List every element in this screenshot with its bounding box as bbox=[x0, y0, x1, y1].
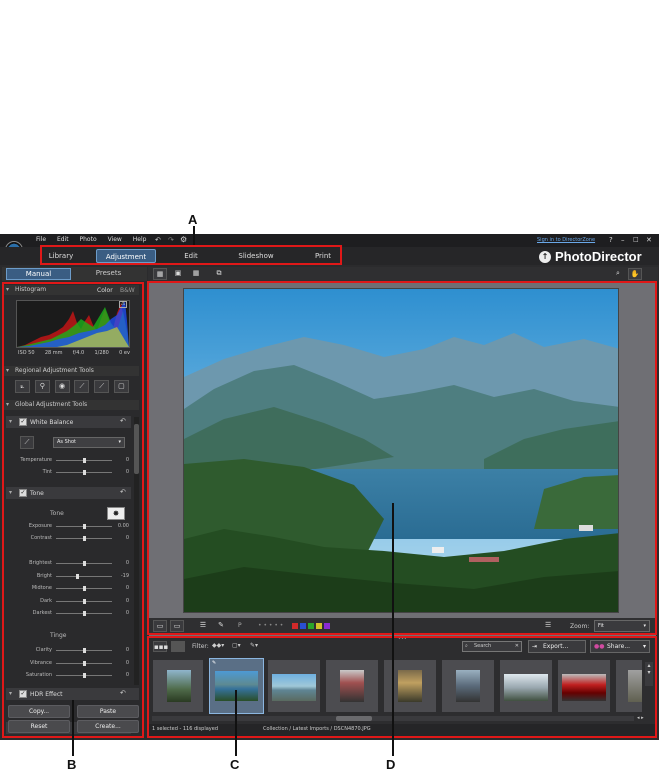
single-view-icon[interactable]: ▣ bbox=[171, 268, 185, 280]
second-monitor-icon[interactable]: ⧉ bbox=[212, 268, 226, 280]
help-button[interactable]: ? bbox=[609, 236, 613, 244]
callout-box-a bbox=[40, 245, 342, 265]
tab-presets[interactable]: Presets bbox=[76, 268, 141, 280]
restore-button[interactable]: □ bbox=[633, 236, 639, 243]
menu-help[interactable]: Help bbox=[133, 236, 147, 243]
callout-box-d bbox=[147, 281, 657, 635]
brand-name: PhotoDirector bbox=[555, 249, 642, 264]
minimize-button[interactable]: – bbox=[621, 236, 625, 244]
undo-icon[interactable]: ↶ bbox=[155, 236, 161, 244]
menu-edit[interactable]: Edit bbox=[57, 236, 69, 243]
close-button[interactable]: ✕ bbox=[646, 236, 652, 244]
signin-link[interactable]: Sign in to DirectorZone bbox=[537, 237, 595, 243]
menu-view[interactable]: View bbox=[108, 236, 122, 243]
leader-line-b bbox=[72, 700, 74, 756]
leader-line-c bbox=[235, 690, 237, 756]
compare-view-icon[interactable]: ▦ bbox=[153, 268, 167, 280]
callout-b: B bbox=[67, 757, 77, 772]
callout-c: C bbox=[230, 757, 240, 772]
hand-tool-icon[interactable]: ✋ bbox=[628, 268, 642, 280]
brand-upload-icon: ↑ bbox=[539, 251, 551, 263]
callout-box-c bbox=[147, 636, 657, 738]
callout-d: D bbox=[386, 757, 396, 772]
tab-manual[interactable]: Manual bbox=[6, 268, 71, 280]
redo-icon[interactable]: ↷ bbox=[168, 236, 174, 244]
menu-file[interactable]: File bbox=[36, 236, 46, 243]
grid-view-icon[interactable]: ▦ bbox=[189, 268, 203, 280]
zoom-tool-icon[interactable]: ⌕ bbox=[611, 268, 625, 280]
menu-photo[interactable]: Photo bbox=[80, 236, 97, 243]
menu-bar: File Edit Photo View Help bbox=[36, 236, 155, 243]
leader-line-a bbox=[193, 226, 195, 245]
leader-line-d bbox=[392, 503, 394, 756]
callout-a: A bbox=[188, 212, 198, 227]
settings-gear-icon[interactable]: ⚙ bbox=[180, 235, 187, 244]
callout-box-b bbox=[2, 282, 144, 738]
